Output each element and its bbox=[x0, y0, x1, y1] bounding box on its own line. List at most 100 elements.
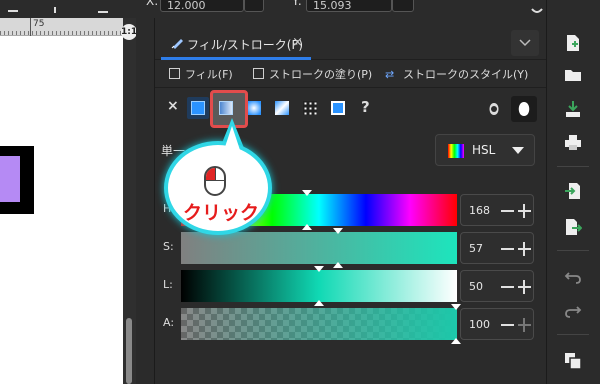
x-spin-button[interactable] bbox=[244, 0, 264, 12]
subtab-stroke-style[interactable]: ⇄ ストロークのスタイル(Y) bbox=[385, 66, 528, 86]
alpha-slider-row: A: 100 bbox=[155, 304, 547, 344]
radial-gradient-icon bbox=[247, 101, 261, 115]
top-toolbar: X: 12.000 Y: 15.093 bbox=[0, 0, 600, 18]
selected-rectangle-fill[interactable] bbox=[0, 156, 20, 202]
minus-icon[interactable] bbox=[501, 324, 514, 326]
click-instruction-text: クリック bbox=[182, 202, 259, 224]
plus-icon-stem[interactable] bbox=[523, 242, 525, 256]
alpha-spinbox[interactable]: 100 bbox=[460, 308, 534, 340]
toolbar-separator bbox=[557, 334, 589, 335]
inkscape-window: X: 12.000 Y: 15.093 75 1:1 フィル/ストローク(F) … bbox=[0, 0, 600, 384]
tab-fill-stroke[interactable]: フィル/ストローク(F) × bbox=[161, 26, 311, 60]
slider-marker-icon[interactable] bbox=[451, 338, 461, 344]
saturation-slider[interactable] bbox=[181, 228, 457, 268]
saturation-slider-row: S: 57 bbox=[155, 228, 547, 268]
tab-close-icon[interactable]: × bbox=[292, 35, 303, 50]
y-spin-button[interactable] bbox=[392, 0, 414, 12]
open-folder-icon[interactable] bbox=[564, 66, 582, 84]
swatch-icon bbox=[331, 101, 345, 115]
alpha-label: A: bbox=[163, 316, 175, 329]
swatch-button[interactable] bbox=[327, 97, 349, 119]
color-mode-dropdown[interactable]: HSL bbox=[435, 134, 535, 166]
dropdown-caret-icon bbox=[512, 147, 524, 154]
hue-value[interactable]: 168 bbox=[469, 204, 490, 217]
drawing-page[interactable] bbox=[0, 36, 123, 384]
plus-icon-stem[interactable] bbox=[523, 280, 525, 294]
lightness-spinbox[interactable]: 50 bbox=[460, 270, 534, 302]
unset-paint-button[interactable]: ? bbox=[361, 98, 370, 116]
undo-arrow-icon[interactable] bbox=[530, 0, 544, 13]
lightness-slider[interactable] bbox=[181, 266, 457, 306]
export-icon[interactable] bbox=[564, 218, 583, 236]
slider-marker-icon[interactable] bbox=[302, 190, 312, 196]
redo-icon[interactable] bbox=[564, 302, 582, 320]
canvas-area[interactable]: 75 bbox=[0, 18, 123, 384]
x-label: X: bbox=[146, 0, 159, 8]
hue-spinbox[interactable]: 168 bbox=[460, 194, 534, 226]
subtab-stroke-style-label: ストロークのスタイル(Y) bbox=[403, 68, 529, 81]
lightness-label: L: bbox=[163, 278, 173, 291]
save-icon[interactable] bbox=[564, 100, 582, 118]
callout-tail-inner bbox=[224, 126, 240, 150]
lightness-value[interactable]: 50 bbox=[469, 280, 483, 293]
pen-icon bbox=[171, 35, 185, 49]
plus-icon-stem[interactable] bbox=[523, 318, 525, 332]
print-icon[interactable] bbox=[564, 134, 582, 152]
alpha-gradient bbox=[181, 308, 457, 340]
canvas-vertical-scrollbar[interactable] bbox=[123, 18, 136, 384]
mesh-gradient-icon bbox=[275, 101, 289, 115]
no-paint-button[interactable]: × bbox=[167, 98, 179, 114]
toolbar-separator bbox=[557, 166, 589, 167]
flat-color-button[interactable] bbox=[187, 97, 209, 119]
plus-icon-stem[interactable] bbox=[523, 204, 525, 218]
mouse-divider bbox=[215, 168, 216, 180]
alpha-value[interactable]: 100 bbox=[469, 318, 490, 331]
stroke-style-icon: ⇄ bbox=[385, 68, 395, 81]
subtab-stroke-paint-label: ストロークの塗り(P) bbox=[269, 68, 373, 81]
minus-icon[interactable] bbox=[501, 210, 514, 212]
fill-rule-evenodd-icon[interactable] bbox=[485, 100, 503, 118]
subtab-stroke-paint[interactable]: ストロークの塗り(P) bbox=[253, 66, 372, 86]
dock-gutter bbox=[136, 18, 154, 384]
color-mode-value: HSL bbox=[472, 143, 496, 157]
panel-tabbar: フィル/ストローク(F) × bbox=[155, 26, 547, 60]
saturation-label: S: bbox=[163, 240, 174, 253]
toolbar-icon[interactable] bbox=[96, 0, 110, 13]
toolbar-icon[interactable] bbox=[6, 0, 20, 12]
undo-icon[interactable] bbox=[564, 268, 582, 286]
new-document-icon[interactable] bbox=[564, 34, 582, 52]
commands-bar bbox=[546, 0, 600, 384]
fill-rule-nonzero-icon[interactable] bbox=[511, 96, 537, 122]
minus-icon[interactable] bbox=[501, 248, 514, 250]
saturation-value[interactable]: 57 bbox=[469, 242, 483, 255]
mouse-left-click-icon bbox=[204, 166, 226, 196]
horizontal-ruler: 75 bbox=[0, 18, 123, 36]
stroke-paint-icon bbox=[253, 68, 264, 79]
minus-icon[interactable] bbox=[501, 286, 514, 288]
ruler-major-tick bbox=[30, 18, 31, 36]
duplicate-icon[interactable] bbox=[564, 352, 582, 370]
mouse-divider bbox=[206, 180, 224, 181]
saturation-spinbox[interactable]: 57 bbox=[460, 232, 534, 264]
pattern-button[interactable] bbox=[299, 97, 321, 119]
subtab-fill[interactable]: フィル(F) bbox=[169, 66, 233, 86]
subtab-fill-label: フィル(F) bbox=[185, 68, 233, 81]
scrollbar-thumb[interactable] bbox=[126, 318, 132, 384]
mesh-gradient-button[interactable] bbox=[271, 97, 293, 119]
y-coordinate-input[interactable]: 15.093 bbox=[306, 0, 392, 12]
slider-marker-icon[interactable] bbox=[333, 228, 343, 234]
ruler-tick-label: 75 bbox=[33, 19, 45, 29]
alpha-slider[interactable] bbox=[181, 304, 461, 344]
toolbar-separator bbox=[557, 250, 589, 251]
chevron-down-icon[interactable] bbox=[511, 30, 539, 56]
zoom-correction-badge[interactable]: 1:1 bbox=[121, 24, 137, 40]
flat-color-icon bbox=[191, 101, 205, 115]
y-label: Y: bbox=[292, 0, 302, 8]
toolbar-icon[interactable] bbox=[48, 0, 62, 13]
mouse-left-button bbox=[206, 168, 215, 180]
lightness-slider-row: L: 50 bbox=[155, 266, 547, 306]
x-coordinate-input[interactable]: 12.000 bbox=[160, 0, 244, 12]
fill-checkbox-icon bbox=[169, 68, 180, 79]
import-icon[interactable] bbox=[564, 182, 582, 200]
slider-marker-icon[interactable] bbox=[314, 266, 324, 272]
